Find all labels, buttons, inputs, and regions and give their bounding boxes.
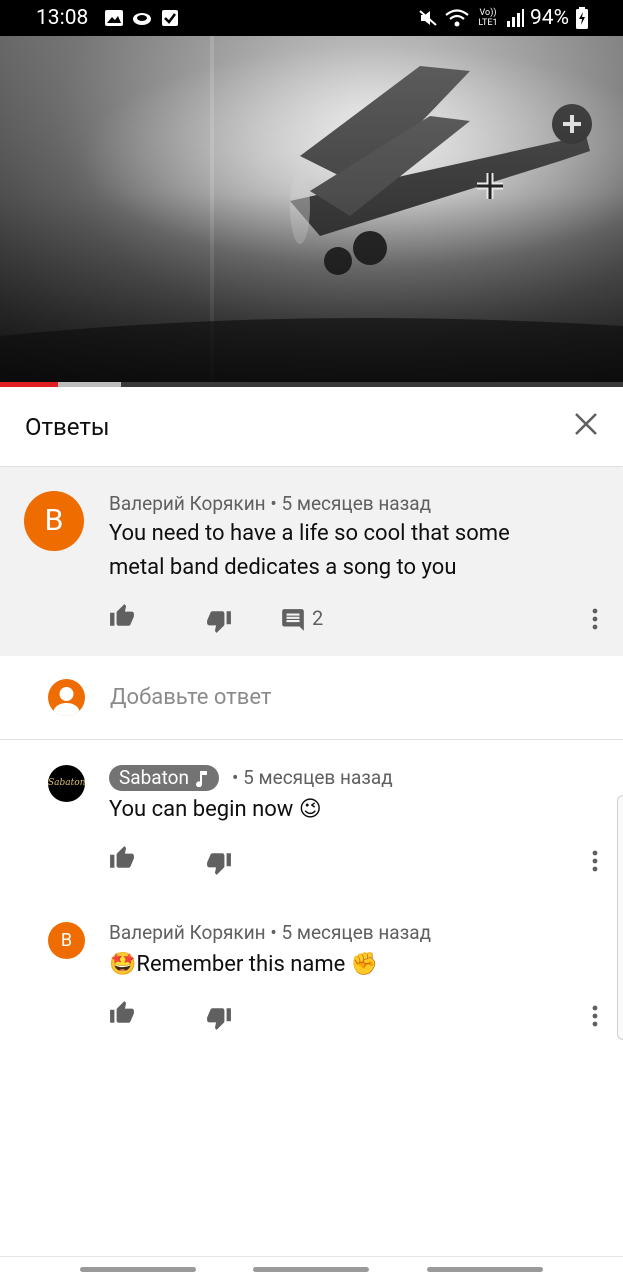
reply-author: Sabaton	[119, 766, 189, 789]
comment-author[interactable]: Валерий Корякин	[109, 492, 266, 515]
meta-separator: •	[270, 921, 277, 944]
nav-home-button[interactable]	[253, 1267, 369, 1272]
close-icon[interactable]	[571, 409, 601, 439]
dislike-icon[interactable]	[206, 608, 232, 634]
reply-author[interactable]: Валерий Корякин	[109, 921, 266, 944]
mute-icon	[419, 10, 437, 26]
check-box-icon	[162, 10, 178, 26]
more-options-icon[interactable]	[583, 848, 607, 874]
channel-owner-badge[interactable]: Sabaton	[109, 765, 219, 791]
reply-input[interactable]: Добавьте ответ	[110, 685, 271, 710]
video-player[interactable]	[0, 36, 623, 386]
parent-comment: B Валерий Корякин • 5 месяцев назад You …	[0, 468, 623, 656]
comment-text: You need to have a life so cool that som…	[109, 517, 510, 585]
video-vignette	[0, 36, 623, 386]
signal-icon	[507, 9, 524, 27]
edge-panel-handle[interactable]	[617, 795, 623, 1040]
music-note-icon	[196, 771, 207, 787]
avatar[interactable]: B	[24, 491, 84, 551]
wifi-icon	[445, 9, 469, 27]
reply-text: You can begin now 😉	[109, 797, 322, 822]
more-options-icon[interactable]	[583, 1003, 607, 1029]
like-icon[interactable]	[109, 845, 135, 871]
status-bar: 13:08 Vo)) LTE1 94%	[0, 0, 623, 36]
comment-meta: Валерий Корякин • 5 месяцев назад	[109, 492, 431, 515]
nav-back-button[interactable]	[427, 1267, 543, 1272]
system-icons: Vo)) LTE1 94%	[418, 6, 589, 30]
comment-text-line: metal band dedicates a song to you	[109, 555, 457, 580]
replies-header: Ответы	[0, 387, 623, 467]
like-icon[interactable]	[109, 1000, 135, 1026]
reply-item: Sabaton Sabaton • 5 месяцев назад You ca…	[0, 741, 623, 901]
reply-count[interactable]: 2	[312, 606, 323, 630]
reply-time: 5 месяцев назад	[243, 766, 393, 789]
avatar[interactable]: B	[48, 922, 85, 959]
user-avatar	[48, 679, 85, 716]
meta-separator: •	[270, 492, 277, 515]
status-time: 13:08	[36, 6, 89, 30]
dislike-icon[interactable]	[206, 850, 232, 876]
reply-meta: Валерий Корякин • 5 месяцев назад	[109, 921, 431, 944]
add-reply-row: Добавьте ответ	[0, 656, 623, 740]
reply-text: 🤩Remember this name ✊	[109, 952, 379, 977]
like-icon[interactable]	[109, 603, 135, 629]
cloud-icon	[133, 13, 151, 25]
avatar[interactable]: Sabaton	[48, 765, 86, 802]
comment-text-line: You need to have a life so cool that som…	[109, 521, 510, 546]
more-options-icon[interactable]	[583, 606, 607, 632]
meta-separator: •	[232, 766, 239, 789]
reply-meta: • 5 месяцев назад	[232, 766, 393, 789]
reply-icon[interactable]	[280, 607, 306, 633]
image-icon	[105, 10, 123, 26]
notification-icons	[104, 8, 180, 28]
battery-charging-icon	[576, 7, 588, 29]
comment-time: 5 месяцев назад	[281, 492, 432, 515]
nav-recents-button[interactable]	[80, 1267, 196, 1272]
replies-title: Ответы	[25, 413, 110, 441]
reply-time: 5 месяцев назад	[281, 921, 432, 944]
reply-item: B Валерий Корякин • 5 месяцев назад 🤩Rem…	[0, 901, 623, 1061]
volte-icon: Vo)) LTE1	[478, 8, 498, 28]
person-icon	[53, 687, 80, 716]
battery-percent: 94%	[530, 6, 569, 30]
dislike-icon[interactable]	[206, 1005, 232, 1031]
system-navigation-bar	[0, 1256, 623, 1280]
